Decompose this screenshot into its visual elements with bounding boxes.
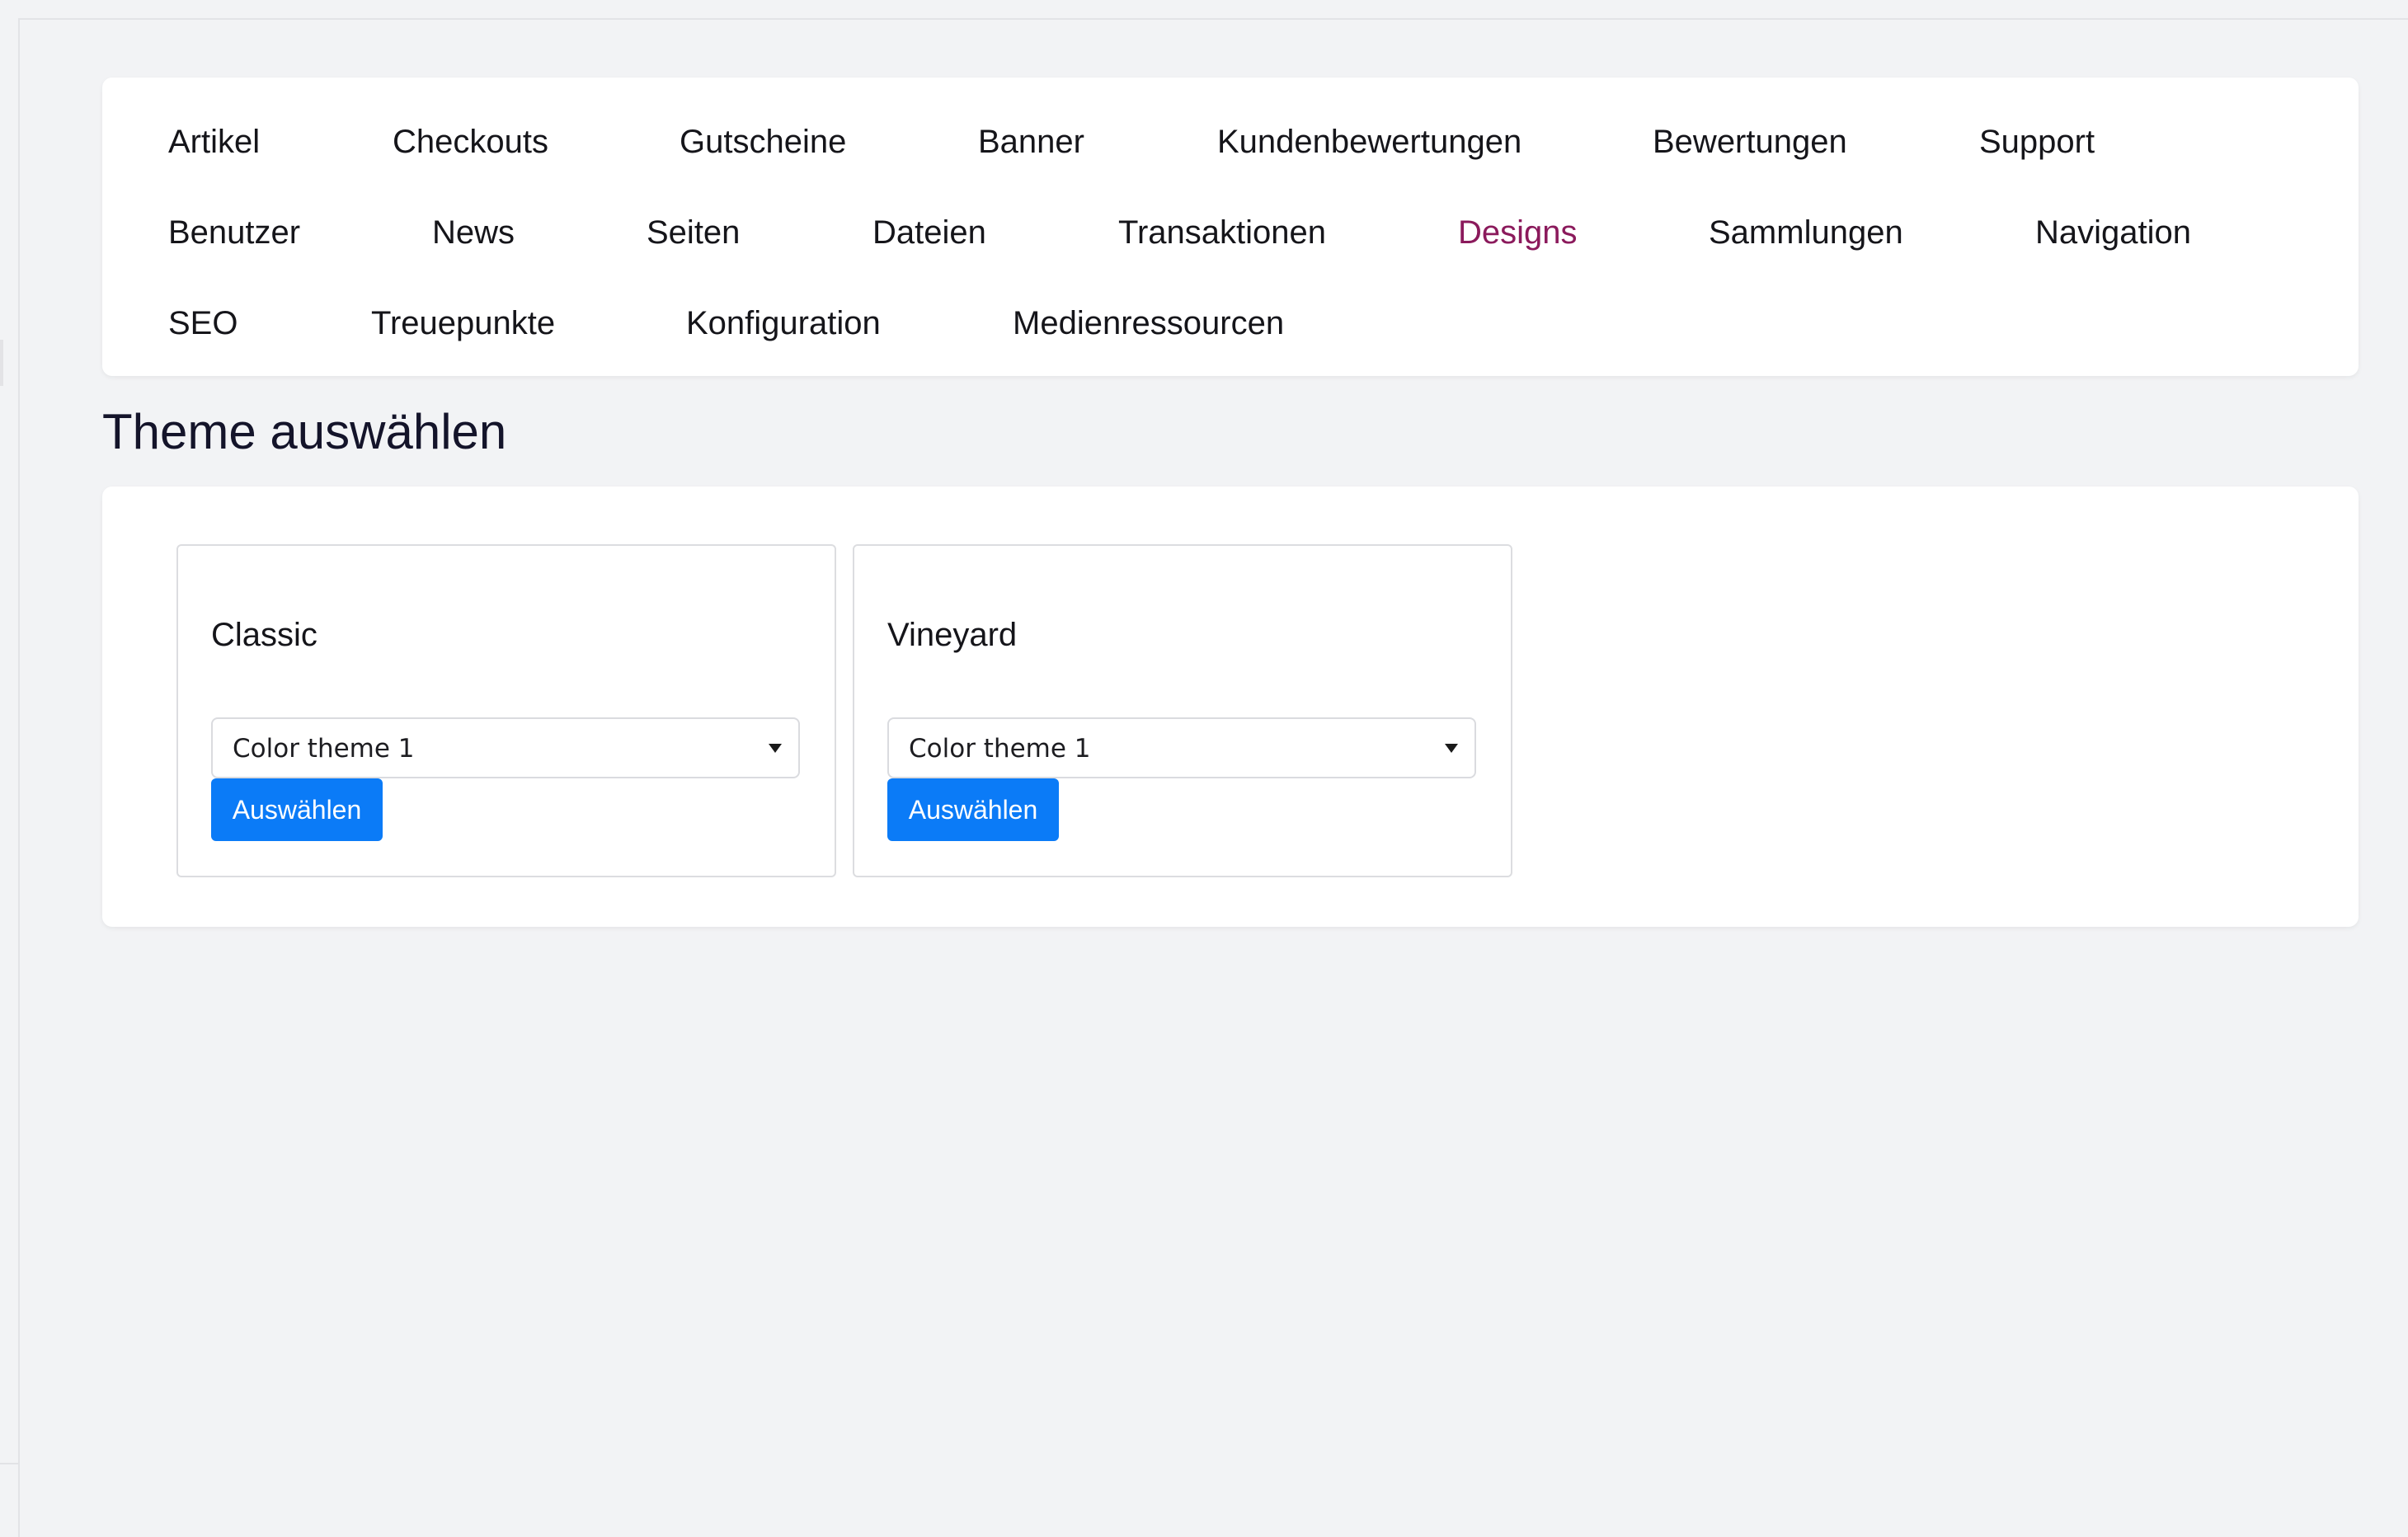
select-theme-button[interactable]: Auswählen <box>887 778 1059 841</box>
nav-item-seo[interactable]: SEO <box>168 303 238 343</box>
color-theme-select-value: Color theme 1 <box>233 734 415 764</box>
themes-panel: Classic Color theme 1 Auswählen Vineyard… <box>102 486 2359 927</box>
nav-item-banner[interactable]: Banner <box>978 122 1084 162</box>
theme-name: Vineyard <box>887 617 1018 653</box>
nav-item-sammlungen[interactable]: Sammlungen <box>1709 213 1903 252</box>
nav-item-kundenbewertungen[interactable]: Kundenbewertungen <box>1217 122 1521 162</box>
left-sidebar-rail <box>0 18 20 1537</box>
nav-item-medienressourcen[interactable]: Medienressourcen <box>1013 303 1284 343</box>
color-theme-select[interactable]: Color theme 1 <box>887 717 1476 778</box>
sidebar-divider <box>0 1463 18 1464</box>
nav-item-seiten[interactable]: Seiten <box>647 213 740 252</box>
nav-item-transaktionen[interactable]: Transaktionen <box>1118 213 1326 252</box>
select-theme-button[interactable]: Auswählen <box>211 778 383 841</box>
theme-card-vineyard: Vineyard Color theme 1 Auswählen <box>853 544 1512 877</box>
color-theme-select[interactable]: Color theme 1 <box>211 717 800 778</box>
theme-card-classic: Classic Color theme 1 Auswählen <box>176 544 836 877</box>
caret-down-icon <box>769 744 782 753</box>
nav-item-support[interactable]: Support <box>1979 122 2095 162</box>
color-theme-select-value: Color theme 1 <box>909 734 1091 764</box>
nav-item-benutzer[interactable]: Benutzer <box>168 213 300 252</box>
top-bar <box>0 0 2408 20</box>
page-title: Theme auswählen <box>102 404 507 459</box>
nav-item-navigation[interactable]: Navigation <box>2035 213 2191 252</box>
nav-item-bewertungen[interactable]: Bewertungen <box>1653 122 1847 162</box>
nav-item-checkouts[interactable]: Checkouts <box>393 122 548 162</box>
nav-item-treuepunkte[interactable]: Treuepunkte <box>371 303 555 343</box>
nav-item-designs[interactable]: Designs <box>1458 213 1578 252</box>
nav-item-news[interactable]: News <box>432 213 515 252</box>
nav-item-gutscheine[interactable]: Gutscheine <box>680 122 846 162</box>
admin-navigation: Artikel Checkouts Gutscheine Banner Kund… <box>102 78 2359 376</box>
sidebar-marker <box>0 340 3 386</box>
nav-item-artikel[interactable]: Artikel <box>168 122 260 162</box>
nav-item-konfiguration[interactable]: Konfiguration <box>686 303 881 343</box>
caret-down-icon <box>1445 744 1458 753</box>
theme-name: Classic <box>211 617 317 653</box>
nav-item-dateien[interactable]: Dateien <box>872 213 986 252</box>
